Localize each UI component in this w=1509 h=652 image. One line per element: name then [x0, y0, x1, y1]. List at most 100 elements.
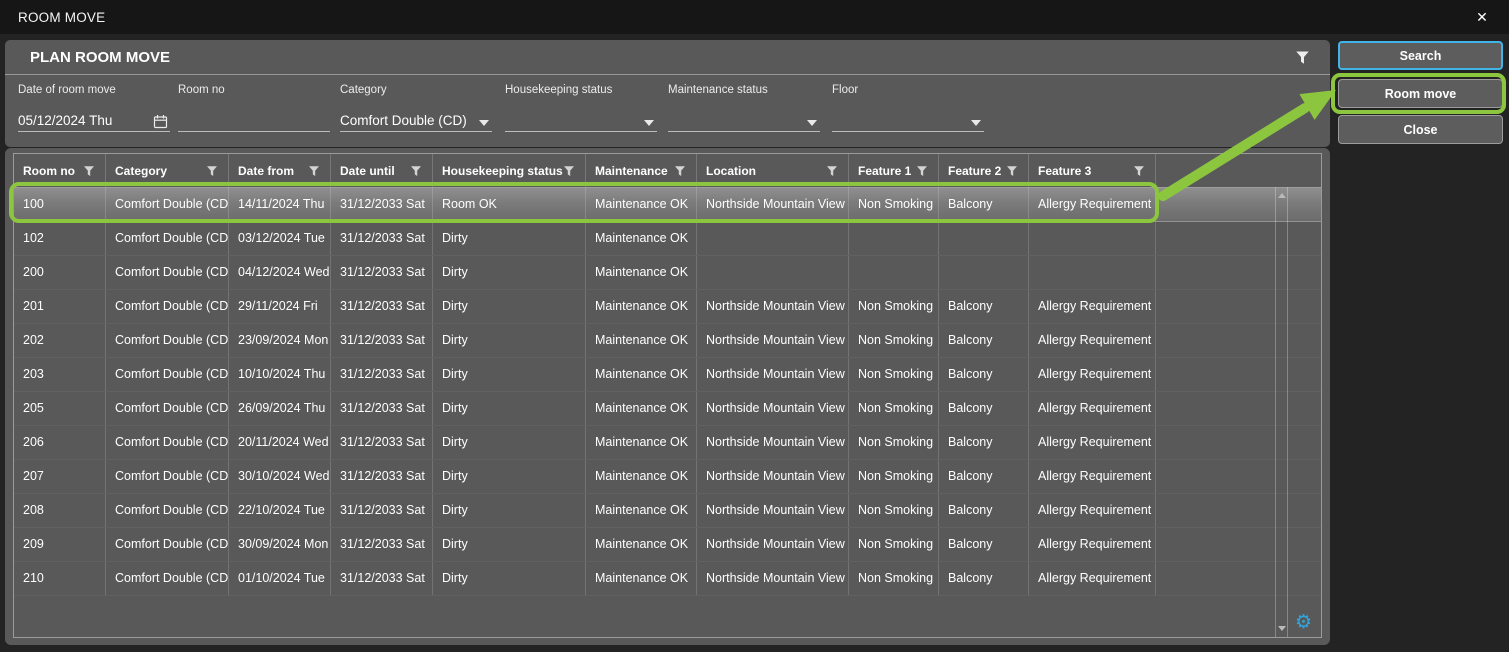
table-cell: Balcony	[939, 358, 1029, 391]
filter-funnel-icon[interactable]	[1133, 165, 1145, 177]
table-cell: 205	[14, 392, 106, 425]
table-cell: 31/12/2033 Sat	[331, 188, 433, 221]
table-cell: Non Smoking	[849, 358, 939, 391]
chevron-down-icon[interactable]	[479, 120, 489, 126]
table-cell: Non Smoking	[849, 392, 939, 425]
table-cell: Comfort Double (CD)	[106, 324, 229, 357]
close-button[interactable]: Close	[1338, 115, 1503, 144]
table-row[interactable]: 200Comfort Double (CD)04/12/2024 Wed31/1…	[14, 256, 1321, 290]
column-header[interactable]: Feature 2	[939, 154, 1029, 187]
filter-funnel-icon[interactable]	[410, 165, 422, 177]
filter-funnel-icon[interactable]	[206, 165, 218, 177]
table-cell: Non Smoking	[849, 562, 939, 595]
table-cell: Allergy Requirement	[1029, 358, 1156, 391]
column-header[interactable]: Category	[106, 154, 229, 187]
column-header[interactable]: Maintenance	[586, 154, 697, 187]
table-row[interactable]: 201Comfort Double (CD)29/11/2024 Fri31/1…	[14, 290, 1321, 324]
category-value[interactable]: Comfort Double (CD)	[340, 113, 467, 131]
filter-funnel-icon[interactable]	[83, 165, 95, 177]
filter-funnel-icon[interactable]	[1006, 165, 1018, 177]
table-cell: 203	[14, 358, 106, 391]
scroll-down-icon[interactable]	[1278, 626, 1286, 631]
column-header[interactable]: Feature 1	[849, 154, 939, 187]
filter-funnel-icon[interactable]	[916, 165, 928, 177]
table-cell: Northside Mountain View	[697, 528, 849, 561]
column-header[interactable]: Room no	[14, 154, 106, 187]
table-cell: Comfort Double (CD)	[106, 358, 229, 391]
table-cell: Maintenance OK	[586, 358, 697, 391]
table-cell: 200	[14, 256, 106, 289]
table-row[interactable]: 208Comfort Double (CD)22/10/2024 Tue31/1…	[14, 494, 1321, 528]
category-field[interactable]: Category Comfort Double (CD)	[340, 84, 492, 132]
filter-funnel-icon[interactable]	[563, 165, 575, 177]
table-cell	[697, 256, 849, 289]
search-button[interactable]: Search	[1338, 41, 1503, 70]
table-cell: 01/10/2024 Tue	[229, 562, 331, 595]
table-cell: Non Smoking	[849, 460, 939, 493]
table-cell: 31/12/2033 Sat	[331, 528, 433, 561]
table-cell: Dirty	[433, 460, 586, 493]
table-cell-filler	[1156, 188, 1273, 221]
table-cell-filler	[1156, 222, 1273, 255]
chevron-down-icon[interactable]	[644, 120, 654, 126]
floor-field[interactable]: Floor	[832, 84, 984, 132]
scroll-up-icon[interactable]	[1278, 193, 1286, 198]
table-cell: Maintenance OK	[586, 528, 697, 561]
table-cell-filler	[1156, 290, 1273, 323]
room-no-field[interactable]: Room no	[178, 84, 330, 132]
housekeeping-status-field[interactable]: Housekeeping status	[505, 84, 657, 132]
table-cell: Comfort Double (CD)	[106, 494, 229, 527]
table-cell: Maintenance OK	[586, 494, 697, 527]
table-row[interactable]: 205Comfort Double (CD)26/09/2024 Thu31/1…	[14, 392, 1321, 426]
table-cell: 209	[14, 528, 106, 561]
table-cell: 03/12/2024 Tue	[229, 222, 331, 255]
table-cell	[697, 222, 849, 255]
table-cell-filler	[1156, 426, 1273, 459]
table-row[interactable]: 207Comfort Double (CD)30/10/2024 Wed31/1…	[14, 460, 1321, 494]
grid-settings-gear-icon[interactable]: ⚙	[1295, 613, 1312, 632]
close-icon[interactable]: ✕	[1471, 6, 1493, 28]
table-cell: Allergy Requirement	[1029, 494, 1156, 527]
column-header[interactable]: Feature 3	[1029, 154, 1156, 187]
table-cell: Maintenance OK	[586, 392, 697, 425]
table-cell: Allergy Requirement	[1029, 426, 1156, 459]
table-cell: Dirty	[433, 494, 586, 527]
filter-funnel-icon[interactable]	[674, 165, 686, 177]
column-header[interactable]: Date from	[229, 154, 331, 187]
column-header[interactable]: Housekeeping status	[433, 154, 586, 187]
vertical-scrollbar[interactable]	[1275, 187, 1288, 637]
table-cell: Allergy Requirement	[1029, 528, 1156, 561]
table-row[interactable]: 100Comfort Double (CD)14/11/2024 Thu31/1…	[14, 188, 1321, 222]
category-label: Category	[340, 84, 492, 96]
maintenance-status-field[interactable]: Maintenance status	[668, 84, 820, 132]
table-row[interactable]: 210Comfort Double (CD)01/10/2024 Tue31/1…	[14, 562, 1321, 596]
table-row[interactable]: 102Comfort Double (CD)03/12/2024 Tue31/1…	[14, 222, 1321, 256]
table-cell: 10/10/2024 Thu	[229, 358, 331, 391]
table-cell: Dirty	[433, 392, 586, 425]
rooms-table-panel: Room noCategoryDate fromDate untilHousek…	[5, 148, 1330, 645]
table-cell: Maintenance OK	[586, 460, 697, 493]
date-of-room-move-value[interactable]: 05/12/2024 Thu	[18, 113, 112, 131]
column-header[interactable]: Location	[697, 154, 849, 187]
filter-funnel-icon[interactable]	[1295, 50, 1310, 65]
table-cell: 206	[14, 426, 106, 459]
table-cell: Dirty	[433, 222, 586, 255]
table-row[interactable]: 209Comfort Double (CD)30/09/2024 Mon31/1…	[14, 528, 1321, 562]
table-cell: Comfort Double (CD)	[106, 460, 229, 493]
room-move-button[interactable]: Room move	[1338, 79, 1503, 108]
table-cell: Northside Mountain View	[697, 460, 849, 493]
date-of-room-move-field[interactable]: Date of room move 05/12/2024 Thu	[18, 84, 170, 132]
chevron-down-icon[interactable]	[971, 120, 981, 126]
window-title: ROOM MOVE	[18, 10, 105, 25]
filter-funnel-icon[interactable]	[826, 165, 838, 177]
table-row[interactable]: 206Comfort Double (CD)20/11/2024 Wed31/1…	[14, 426, 1321, 460]
table-row[interactable]: 203Comfort Double (CD)10/10/2024 Thu31/1…	[14, 358, 1321, 392]
column-header[interactable]: Date until	[331, 154, 433, 187]
table-cell: Comfort Double (CD)	[106, 222, 229, 255]
table-row[interactable]: 202Comfort Double (CD)23/09/2024 Mon31/1…	[14, 324, 1321, 358]
filter-funnel-icon[interactable]	[308, 165, 320, 177]
table-cell: Non Smoking	[849, 290, 939, 323]
calendar-icon[interactable]	[153, 114, 168, 129]
chevron-down-icon[interactable]	[807, 120, 817, 126]
table-cell: Comfort Double (CD)	[106, 256, 229, 289]
